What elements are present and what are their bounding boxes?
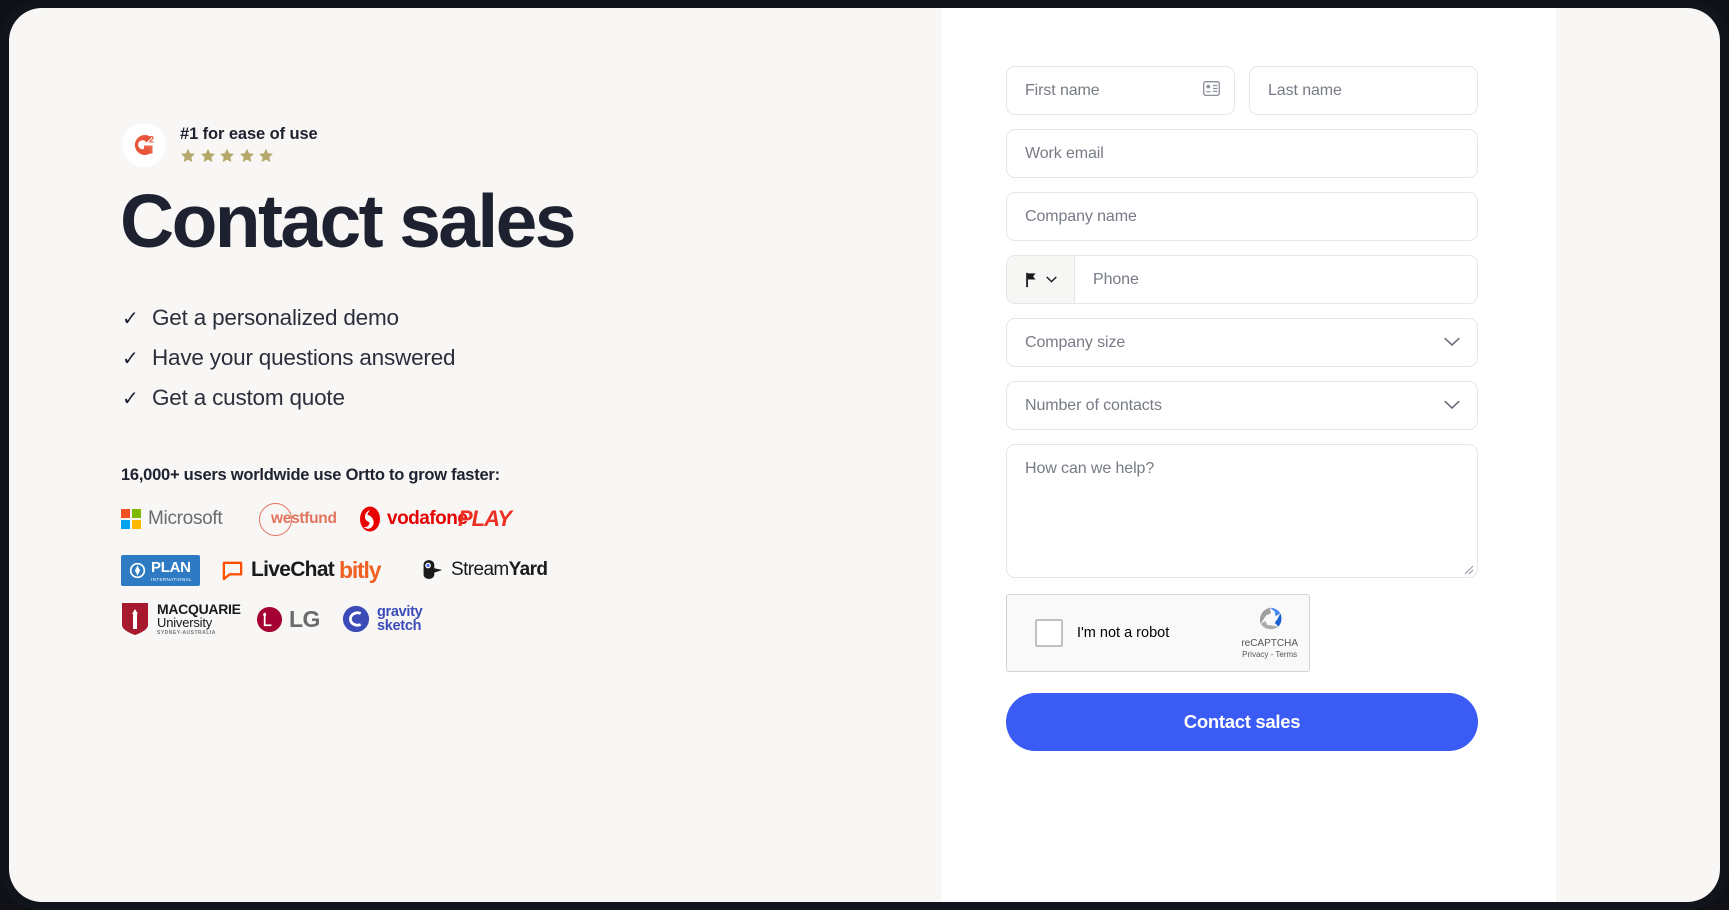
recaptcha-label: I'm not a robot: [1077, 625, 1170, 641]
company-name-placeholder: Company name: [1025, 207, 1137, 225]
livechat-logo-label: LiveChat: [251, 558, 335, 581]
recaptcha-checkbox[interactable]: [1035, 619, 1063, 647]
last-name-field[interactable]: Last name: [1249, 66, 1478, 115]
list-item: ✓ Have your questions answered: [122, 338, 456, 378]
bitly-logo: bitly: [339, 553, 420, 587]
recaptcha-widget[interactable]: I'm not a robot reCAPTCHA Privacy - Term…: [1006, 594, 1310, 672]
phone-placeholder: Phone: [1093, 270, 1139, 288]
lg-logo: LG: [256, 602, 342, 636]
logo-row-1: Microsoft westfund vodafone PLAY: [121, 502, 512, 536]
check-icon: ✓: [122, 387, 139, 410]
logo-row-2: PLAN INTERNATIONAL LiveChat bitly Stream…: [121, 553, 548, 587]
play-logo-label: PLAY: [458, 506, 512, 531]
work-email-placeholder: Work email: [1025, 144, 1104, 162]
form-column: First name Last name Work email Company …: [942, 8, 1720, 902]
work-email-field[interactable]: Work email: [1006, 129, 1478, 178]
list-item: ✓ Get a custom quote: [122, 378, 455, 418]
chevron-down-icon: [1444, 397, 1460, 415]
last-name-placeholder: Last name: [1268, 81, 1342, 99]
list-item-label: Get a personalized demo: [152, 305, 399, 330]
plan-logo-label: PLAN: [151, 558, 191, 576]
number-of-contacts-placeholder: Number of contacts: [1025, 396, 1162, 414]
contact-card-icon[interactable]: [1203, 80, 1220, 101]
star-icon: [220, 148, 234, 162]
livechat-bubble-icon: [222, 561, 243, 580]
phone-row: Phone: [1006, 255, 1478, 304]
form-panel: First name Last name Work email Company …: [942, 8, 1556, 902]
recaptcha-legal-links[interactable]: Privacy - Terms: [1242, 650, 1297, 659]
star-rating: [180, 148, 318, 164]
streamyard-bird-icon: [423, 560, 443, 579]
g2-rating-badge: 2 #1 for ease of use: [122, 123, 318, 167]
check-icon: ✓: [122, 307, 139, 330]
company-size-placeholder: Company size: [1025, 333, 1126, 351]
macquarie-university-logo: MACQUARIE University SYDNEY-AUSTRALIA: [121, 602, 256, 636]
microsoft-logo-label: Microsoft: [148, 508, 223, 529]
benefits-list: ✓ Get a personalized demo ✓ Have your qu…: [122, 298, 456, 418]
phone-field[interactable]: Phone: [1075, 256, 1477, 303]
bitly-logo-label: bitly: [339, 556, 381, 583]
star-icon: [239, 148, 254, 162]
plan-globe-icon: [129, 562, 146, 578]
chevron-down-icon: [1444, 334, 1460, 352]
page-title: Contact sales: [120, 179, 576, 263]
logo-row-3: MACQUARIE University SYDNEY-AUSTRALIA LG: [121, 602, 423, 636]
microsoft-logo: Microsoft: [121, 502, 259, 536]
contact-sales-form: First name Last name Work email Company …: [1006, 66, 1478, 751]
g2-logo-icon: 2: [122, 123, 166, 167]
livechat-logo: LiveChat: [221, 553, 339, 587]
message-textarea[interactable]: How can we help?: [1006, 444, 1478, 578]
recaptcha-logo-icon: [1259, 607, 1282, 630]
macquarie-logo-line2: University: [157, 615, 213, 631]
hero-column: 2 #1 for ease of use Contact sales ✓ Get…: [9, 8, 942, 902]
recaptcha-brand-label: reCAPTCHA: [1241, 638, 1298, 649]
star-icon: [181, 148, 195, 162]
macquarie-logo-label: MACQUARIE: [157, 600, 241, 617]
list-item: ✓ Get a personalized demo: [122, 298, 455, 338]
play-logo: PLAY: [458, 502, 512, 536]
macquarie-logo-line3: SYDNEY-AUSTRALIA: [157, 630, 216, 637]
message-placeholder: How can we help?: [1025, 460, 1155, 477]
svg-text:2: 2: [149, 135, 154, 145]
country-code-selector[interactable]: [1007, 256, 1075, 303]
microsoft-squares-icon: [121, 509, 141, 529]
browser-frame: 2 #1 for ease of use Contact sales ✓ Get…: [0, 0, 1729, 910]
lg-face-icon: [256, 606, 283, 632]
streamyard-logo: StreamYard: [420, 553, 548, 587]
gravity-logo-label: gravity: [377, 603, 423, 620]
plan-logo-sublabel: INTERNATIONAL: [151, 576, 192, 582]
vodafone-quotemark-icon: [360, 506, 380, 532]
lg-logo-label: LG: [289, 605, 320, 632]
streamyard-logo-label: StreamYard: [451, 559, 548, 580]
flag-icon: [1026, 272, 1036, 287]
macquarie-crest-icon: [122, 603, 148, 635]
first-name-placeholder: First name: [1025, 81, 1100, 99]
list-item-label: Get a custom quote: [152, 385, 345, 410]
vodafone-logo-label: vodafone: [387, 508, 468, 529]
vodafone-logo: vodafone: [359, 502, 468, 536]
chevron-down-icon: [1046, 276, 1057, 283]
company-size-select[interactable]: Company size: [1006, 318, 1478, 367]
number-of-contacts-select[interactable]: Number of contacts: [1006, 381, 1478, 430]
list-item-label: Have your questions answered: [152, 345, 456, 370]
first-name-field[interactable]: First name: [1006, 66, 1235, 115]
gravity-sketch-swirl-icon: [342, 605, 370, 633]
company-name-field[interactable]: Company name: [1006, 192, 1478, 241]
westfund-logo: westfund: [259, 502, 359, 536]
contact-sales-submit-button[interactable]: Contact sales: [1006, 693, 1478, 751]
sketch-logo-label: sketch: [377, 618, 422, 634]
star-icon: [259, 148, 273, 162]
resize-handle-icon[interactable]: [1462, 562, 1474, 575]
name-row: First name Last name: [1006, 66, 1478, 115]
contact-sales-page: 2 #1 for ease of use Contact sales ✓ Get…: [9, 8, 1720, 902]
recaptcha-branding: reCAPTCHA Privacy - Terms: [1241, 604, 1298, 659]
social-proof-title: 16,000+ users worldwide use Ortto to gro…: [121, 466, 500, 484]
check-icon: ✓: [122, 347, 139, 370]
gravity-sketch-logo: gravity sketch: [342, 602, 423, 636]
plan-international-logo: PLAN INTERNATIONAL: [121, 553, 221, 587]
g2-rating-text: #1 for ease of use: [180, 125, 318, 144]
star-icon: [200, 148, 215, 162]
westfund-logo-label: westfund: [271, 510, 337, 527]
